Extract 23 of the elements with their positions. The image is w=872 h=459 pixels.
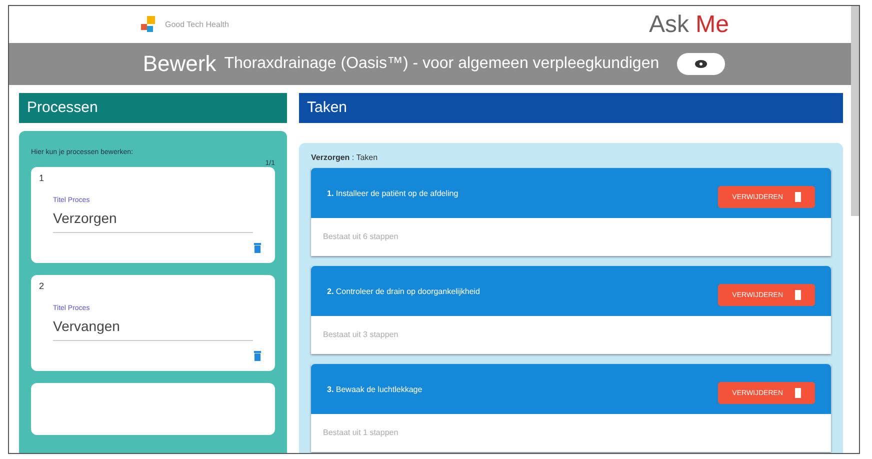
edit-title: Bewerk — [142, 51, 216, 77]
trash-icon — [795, 192, 801, 202]
task-title: 2. Controleer de drain op doorgankelijkheid — [327, 286, 480, 296]
scrollbar[interactable] — [851, 6, 859, 216]
trash-icon — [795, 290, 801, 300]
process-number: 2 — [39, 281, 46, 291]
trash-icon[interactable] — [254, 351, 261, 361]
preview-button[interactable] — [677, 53, 726, 75]
brand-name: Good Tech Health — [165, 20, 229, 29]
breadcrumb: Verzorgen : Taken — [311, 153, 379, 162]
eye-icon — [695, 60, 708, 68]
process-number: 1 — [39, 173, 46, 183]
app-title: Ask Me — [648, 10, 729, 38]
protocol-name: Thoraxdrainage (Oasis™) - voor algemeen verpleegkundigen — [224, 55, 660, 73]
trash-icon — [795, 388, 801, 398]
processes-header: Processen — [19, 93, 287, 123]
trash-icon[interactable] — [254, 243, 261, 253]
task-title: 1. Installeer de patiënt op de afdeling — [327, 188, 458, 198]
tasks-header: Taken — [299, 93, 843, 123]
task-steps: Bestaat uit 3 stappen — [311, 316, 831, 354]
task-steps: Bestaat uit 6 stappen — [311, 218, 831, 256]
task-title: 3. Bewaak de luchtlekkage — [327, 384, 422, 394]
task-steps: Bestaat uit 1 stappen — [311, 414, 831, 452]
